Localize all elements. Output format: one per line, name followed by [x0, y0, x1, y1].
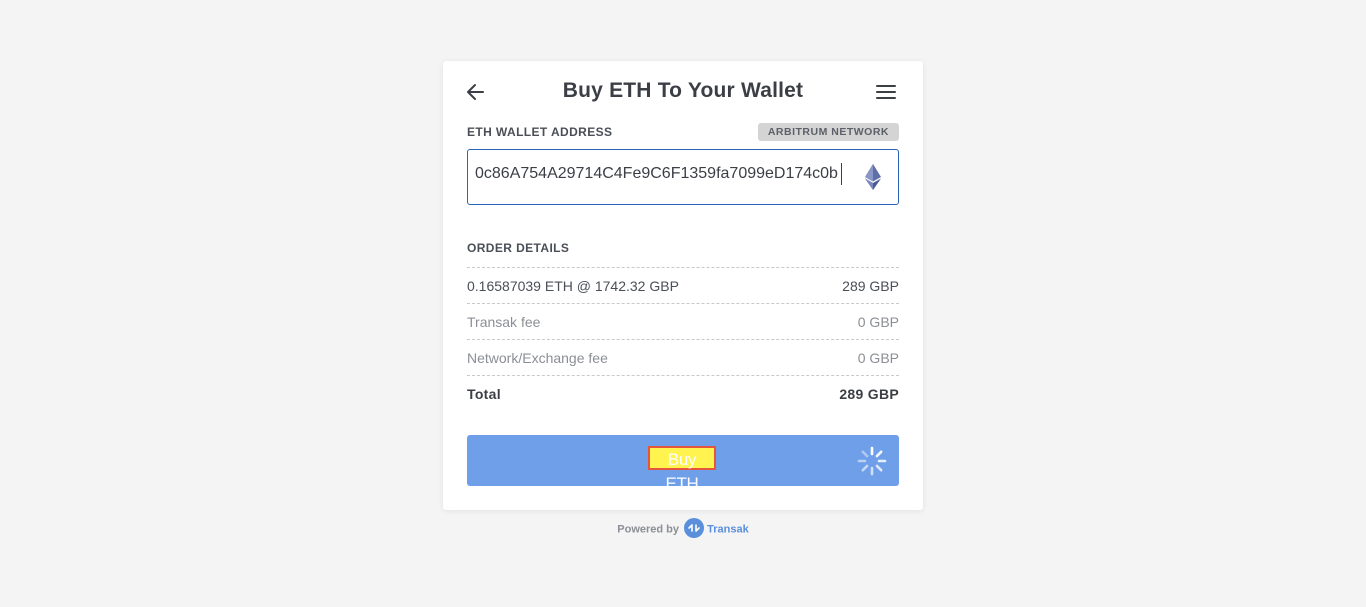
wallet-address-label: ETH WALLET ADDRESS [467, 125, 613, 139]
order-row-value: 289 GBP [839, 386, 899, 402]
ethereum-icon [865, 164, 881, 190]
order-row-transak-fee: Transak fee 0 GBP [467, 303, 899, 339]
order-row-network-fee: Network/Exchange fee 0 GBP [467, 339, 899, 375]
order-row-total: Total 289 GBP [467, 375, 899, 411]
transak-logo-icon [684, 518, 705, 541]
order-row-label: 0.16587039 ETH @ 1742.32 GBP [467, 278, 679, 294]
hamburger-menu-icon [876, 85, 896, 99]
order-details-label: ORDER DETAILS [467, 241, 570, 255]
powered-by-text: Powered by [617, 523, 680, 536]
spinner-icon [857, 446, 887, 476]
page-title: Buy ETH To Your Wallet [562, 79, 804, 102]
header: Buy ETH To Your Wallet [443, 61, 923, 123]
transak-brand-link[interactable]: Transak [707, 524, 749, 536]
order-row-label: Total [467, 386, 501, 402]
order-row-value: 289 GBP [842, 278, 899, 294]
order-row-value: 0 GBP [857, 314, 899, 330]
network-badge: ARBITRUM NETWORK [757, 123, 899, 141]
wallet-address-field[interactable] [467, 149, 899, 205]
order-row-rate: 0.16587039 ETH @ 1742.32 GBP 289 GBP [467, 267, 899, 303]
buy-eth-button[interactable]: Buy ETH [467, 435, 899, 493]
text-caret [841, 163, 842, 185]
order-row-label: Network/Exchange fee [467, 350, 608, 366]
menu-button[interactable] [875, 82, 897, 102]
order-row-value: 0 GBP [857, 350, 899, 366]
order-details-list: 0.16587039 ETH @ 1742.32 GBP 289 GBP Tra… [467, 267, 899, 411]
powered-by-footer: Powered by Transak [0, 518, 1366, 541]
order-row-label: Transak fee [467, 314, 541, 330]
wallet-address-input[interactable] [475, 165, 845, 183]
wallet-label-row: ETH WALLET ADDRESS ARBITRUM NETWORK [467, 123, 899, 143]
buy-button-label: Buy ETH [648, 446, 716, 493]
checkout-card: Buy ETH To Your Wallet ETH WALLET ADDRES… [443, 61, 923, 510]
